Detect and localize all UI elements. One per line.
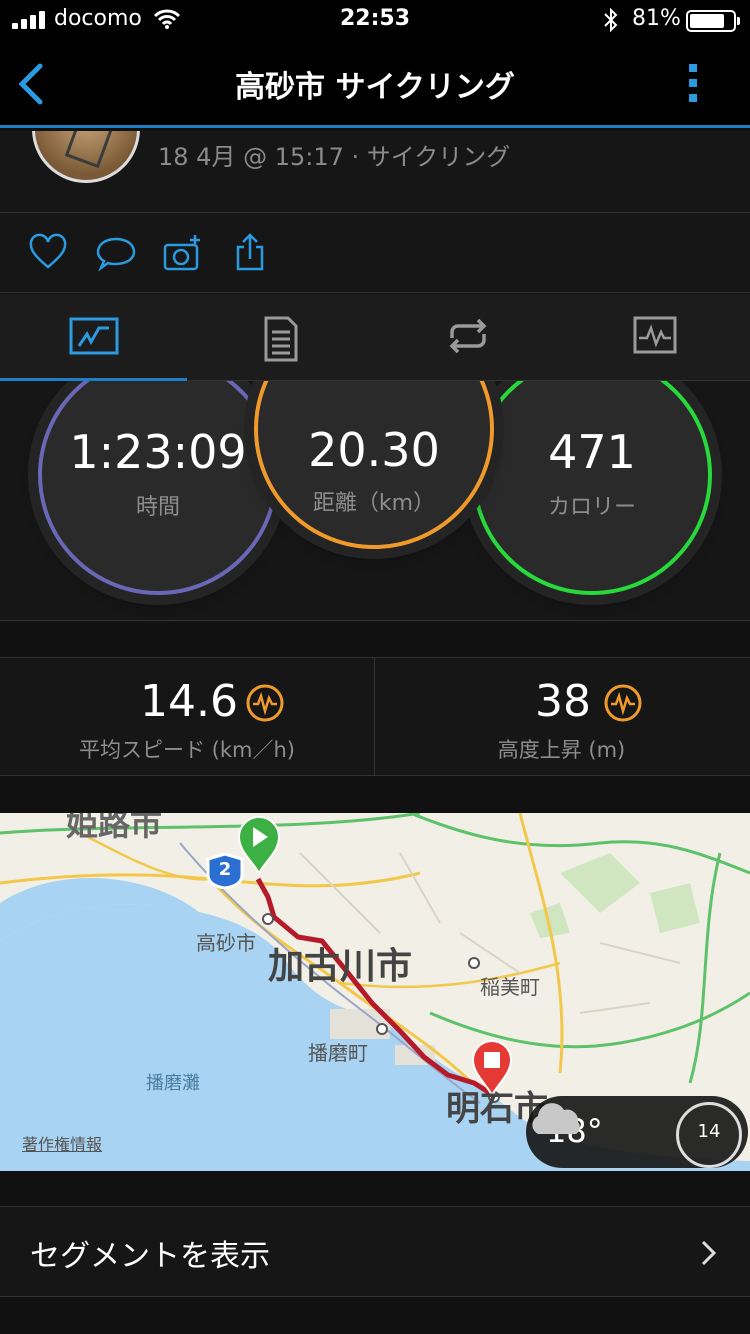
distance-label: 距離（km） <box>312 491 436 516</box>
pulse-icon <box>246 684 284 722</box>
share-icon[interactable] <box>230 233 270 273</box>
tab-details[interactable] <box>187 294 374 381</box>
tab-bar <box>0 294 750 381</box>
elevation-gain-stat[interactable]: 38 高度上昇 (m) <box>374 658 748 776</box>
section-divider <box>0 1171 750 1207</box>
elevation-gain-label: 高度上昇 (m) <box>497 738 626 762</box>
route-map[interactable]: 2 姫路市 高砂市 加古川市 稲美町 播磨町 播磨灘 明石市 著作権情報 18°… <box>0 813 750 1171</box>
nav-bar: 高砂市 サイクリング <box>0 40 750 128</box>
activity-header: 18 4月 @ 15:17 · サイクリング <box>0 131 750 213</box>
bluetooth-icon <box>604 8 618 32</box>
more-menu-icon[interactable] <box>686 64 700 108</box>
elevation-gain-value: 38 <box>535 676 591 727</box>
wind-gauge-icon: 14 <box>676 1102 742 1168</box>
start-marker-icon[interactable] <box>236 815 282 875</box>
map-copyright-link[interactable]: 著作権情報 <box>22 1131 102 1155</box>
map-label-inami: 稲美町 <box>480 975 540 999</box>
pulse-icon <box>604 684 642 722</box>
status-bar: docomo 22:53 81% <box>0 0 750 40</box>
map-label-kakogawa: 加古川市 <box>268 946 413 987</box>
battery-icon <box>686 10 740 32</box>
action-bar <box>0 213 750 293</box>
wind-speed: 14 <box>697 1121 721 1142</box>
section-divider <box>0 622 750 658</box>
summary-circles: 1:23:09 時間 471 カロリー 20.30 距離（km） <box>0 381 750 621</box>
graph-icon <box>633 316 676 354</box>
avg-speed-label: 平均スピード (km／h) <box>79 738 295 762</box>
avatar[interactable] <box>32 131 140 183</box>
avg-speed-stat[interactable]: 14.6 平均スピード (km／h) <box>0 658 374 776</box>
time-circle: 1:23:09 時間 <box>38 381 278 595</box>
battery-percent: 81% <box>632 6 681 31</box>
tab-laps[interactable] <box>374 294 561 381</box>
map-label-takasago: 高砂市 <box>196 931 256 955</box>
distance-circle: 20.30 距離（km） <box>254 381 494 549</box>
calories-circle: 471 カロリー <box>472 381 712 595</box>
page-title: 高砂市 サイクリング <box>235 70 515 105</box>
tab-overview[interactable] <box>0 294 187 381</box>
distance-value: 20.30 <box>308 423 440 477</box>
heart-icon[interactable] <box>28 233 68 273</box>
details-document-icon <box>264 316 297 362</box>
battery-level <box>690 14 725 28</box>
chevron-right-icon <box>701 1240 717 1266</box>
tab-graphs[interactable] <box>561 294 748 381</box>
laps-loop-icon <box>449 318 486 354</box>
calories-value: 471 <box>548 425 636 479</box>
calories-label: カロリー <box>547 495 636 520</box>
show-segments-label: セグメントを表示 <box>30 1239 270 1274</box>
map-label-harima: 播磨町 <box>308 1041 368 1065</box>
activity-date: 18 4月 @ 15:17 · サイクリング <box>158 143 511 171</box>
time-label: 時間 <box>135 495 180 520</box>
show-segments-row[interactable]: セグメントを表示 <box>0 1207 750 1297</box>
cloud-icon <box>532 1103 580 1134</box>
overview-chart-icon <box>69 317 118 355</box>
stats-row: 14.6 平均スピード (km／h) 38 高度上昇 (m) <box>0 658 750 776</box>
map-label-harimanada: 播磨灘 <box>146 1073 200 1094</box>
section-divider <box>0 777 750 813</box>
add-photo-icon[interactable] <box>163 233 203 273</box>
weather-badge[interactable]: 18° 14 <box>526 1096 748 1168</box>
map-label-himeji: 姫路市 <box>66 813 163 843</box>
comment-icon[interactable] <box>96 233 136 273</box>
avg-speed-value: 14.6 <box>140 676 238 727</box>
time-value: 1:23:09 <box>69 425 247 479</box>
